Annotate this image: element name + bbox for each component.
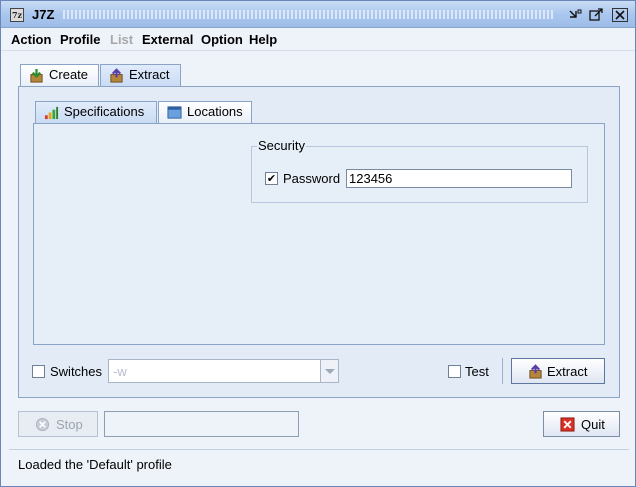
password-input[interactable] bbox=[346, 169, 572, 188]
quit-button[interactable]: Quit bbox=[543, 411, 620, 437]
tab-locations-label: Locations bbox=[187, 104, 243, 119]
window-title: J7Z bbox=[32, 7, 55, 22]
tab-specifications-label: Specifications bbox=[64, 104, 145, 119]
chevron-down-icon[interactable] bbox=[320, 360, 338, 382]
maximize-icon[interactable] bbox=[588, 8, 604, 22]
status-message: Loaded the 'Default' profile bbox=[18, 457, 172, 472]
menu-help[interactable]: Help bbox=[249, 32, 277, 47]
locations-icon bbox=[167, 106, 182, 119]
stop-button[interactable]: Stop bbox=[18, 411, 98, 437]
test-label: Test bbox=[465, 364, 489, 379]
extract-icon bbox=[110, 68, 123, 83]
extract-button-label: Extract bbox=[547, 364, 588, 379]
stop-icon bbox=[35, 417, 50, 432]
app-icon: 7z bbox=[10, 8, 24, 22]
tab-extract[interactable]: Extract bbox=[100, 64, 181, 86]
extract-button[interactable]: Extract bbox=[511, 358, 605, 384]
menu-bar: Action Profile List External Option Help bbox=[1, 29, 635, 51]
close-icon[interactable] bbox=[612, 8, 628, 22]
menu-list[interactable]: List bbox=[110, 32, 133, 47]
options-separator bbox=[502, 358, 503, 384]
tab-extract-label: Extract bbox=[129, 67, 170, 82]
menu-action[interactable]: Action bbox=[11, 32, 51, 47]
progress-field bbox=[104, 411, 299, 437]
title-bar[interactable]: 7z J7Z bbox=[1, 1, 635, 28]
switches-combo-value: -w bbox=[113, 364, 127, 379]
menu-profile[interactable]: Profile bbox=[60, 32, 100, 47]
test-checkbox[interactable] bbox=[448, 365, 461, 378]
main-window: 7z J7Z Action Profile List External Opti… bbox=[0, 0, 636, 487]
switches-checkbox[interactable] bbox=[32, 365, 45, 378]
status-separator bbox=[9, 449, 629, 450]
menu-external[interactable]: External bbox=[142, 32, 193, 47]
tab-specifications[interactable]: Specifications bbox=[35, 101, 157, 123]
security-group-title: Security bbox=[257, 138, 306, 153]
stop-button-label: Stop bbox=[56, 417, 83, 432]
tab-locations[interactable]: Locations bbox=[158, 101, 252, 123]
password-checkbox[interactable]: ✔ bbox=[265, 172, 278, 185]
menu-option[interactable]: Option bbox=[201, 32, 243, 47]
minimize-icon[interactable] bbox=[567, 8, 583, 22]
password-label: Password bbox=[283, 171, 341, 186]
tab-create-label: Create bbox=[49, 67, 89, 82]
quit-icon bbox=[560, 417, 575, 432]
extract-button-icon bbox=[529, 364, 542, 379]
quit-button-label: Quit bbox=[581, 417, 605, 432]
title-bar-grip bbox=[63, 10, 555, 19]
tab-create[interactable]: Create bbox=[20, 64, 99, 86]
switches-combo[interactable]: -w bbox=[108, 359, 339, 383]
specifications-icon bbox=[44, 106, 59, 120]
create-icon bbox=[30, 68, 43, 83]
switches-label: Switches bbox=[50, 364, 103, 379]
